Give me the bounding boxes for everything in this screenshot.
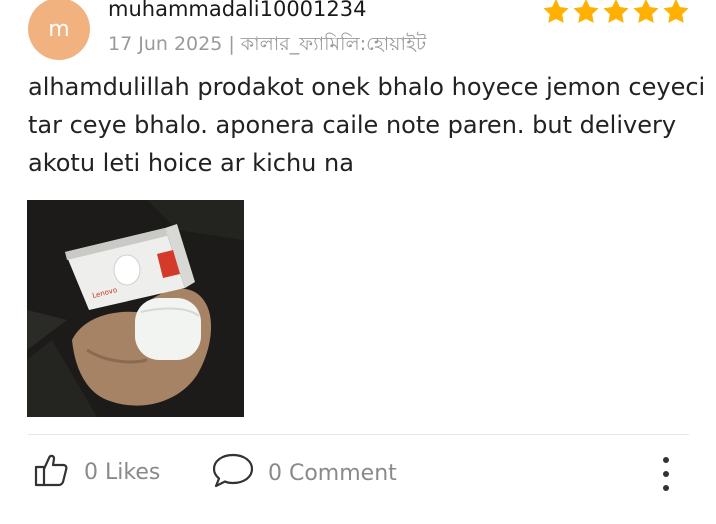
like-button[interactable]: 0 Likes <box>34 452 160 492</box>
avatar[interactable]: m <box>28 0 90 60</box>
likes-label: 0 Likes <box>84 459 161 485</box>
comment-label: 0 Comment <box>268 460 397 486</box>
product-variant: কালার_ফ্যামিলি:হোয়াইট <box>240 33 427 55</box>
more-vertical-icon <box>663 457 669 491</box>
comment-bubble-icon <box>212 452 254 494</box>
earbuds-photo-illustration: Lenovo <box>27 200 244 417</box>
meta-separator: | <box>228 33 235 55</box>
avatar-letter: m <box>48 16 70 42</box>
divider <box>28 434 689 435</box>
thumbs-up-icon <box>34 452 68 492</box>
star-icon <box>632 0 660 25</box>
reviewer-username: muhammadali10001234 <box>108 0 367 21</box>
more-options-button[interactable] <box>656 455 676 495</box>
star-icon <box>542 0 570 25</box>
review-meta: 17 Jun 2025 | কালার_ফ্যামিলি:হোয়াইট <box>108 30 426 62</box>
star-rating <box>542 0 690 25</box>
star-icon <box>662 0 690 25</box>
review-photo[interactable]: Lenovo <box>27 200 244 417</box>
star-icon <box>572 0 600 25</box>
review-text: alhamdulillah prodakot onek bhalo hoyece… <box>28 73 706 177</box>
star-icon <box>602 0 630 25</box>
comment-button[interactable]: 0 Comment <box>212 452 397 494</box>
review-date: 17 Jun 2025 <box>108 33 223 55</box>
